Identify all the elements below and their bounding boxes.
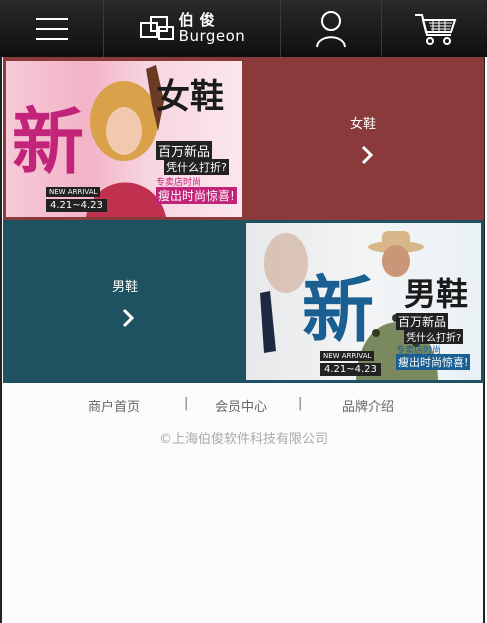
- banner-big-char: 新: [302, 267, 375, 352]
- cart-button[interactable]: [382, 0, 487, 57]
- tile-label-women: 女鞋: [349, 117, 376, 132]
- banner-big-char: 新: [12, 99, 85, 184]
- footer-link-brand-intro[interactable]: 品牌介绍: [342, 396, 394, 415]
- user-icon: [316, 10, 346, 47]
- banner-line1: 百万新品: [156, 141, 213, 160]
- women-banner-image: 新 女鞋 百万新品 凭什么打折? 专卖店时尚 瘦出时尚惊喜! NEW ARRIV…: [6, 61, 242, 217]
- banner-badge: NEW ARRIVAL: [46, 187, 101, 197]
- logo-chinese-name: 伯俊: [178, 11, 221, 29]
- banner-dates: 4.21~4.23: [46, 199, 107, 212]
- footer-links: 商户首页 | 会员中心 | 品牌介绍: [0, 394, 487, 416]
- tile-label-men: 男鞋: [111, 280, 138, 295]
- top-navbar: 伯俊 Burgeon: [0, 0, 487, 57]
- banner-title: 女鞋: [156, 77, 224, 117]
- chevron-right-icon: [122, 308, 135, 328]
- brand-logo[interactable]: 伯俊 Burgeon: [104, 0, 281, 57]
- logo-english-name: Burgeon: [178, 27, 246, 45]
- copyright-text: ©上海伯俊软件科技有限公司: [158, 432, 328, 447]
- menu-button[interactable]: [0, 0, 104, 57]
- footer-separator: |: [298, 396, 303, 411]
- banner-slogan: 瘦出时尚惊喜!: [156, 187, 237, 204]
- hamburger-menu-icon: [35, 17, 68, 40]
- banner-title: 男鞋: [404, 275, 469, 313]
- category-tile-men[interactable]: 男鞋 新 男鞋 百万新品 凭什么打折? 专卖店时尚 瘦出时尚惊喜! NEW AR…: [3, 220, 484, 383]
- chevron-right-icon: [361, 145, 374, 165]
- banner-slogan: 瘦出时尚惊喜!: [396, 354, 471, 370]
- footer-link-member-center[interactable]: 会员中心: [215, 396, 267, 415]
- men-banner-image: 新 男鞋 百万新品 凭什么打折? 专卖店时尚 瘦出时尚惊喜! NEW ARRIV…: [246, 223, 481, 380]
- user-button[interactable]: [281, 0, 382, 57]
- footer-link-merchant-home[interactable]: 商户首页: [88, 396, 140, 415]
- cart-icon: [414, 13, 456, 45]
- banner-line2: 凭什么打折?: [404, 329, 464, 344]
- footer-separator: |: [184, 396, 189, 411]
- banner-badge: NEW ARRIVAL: [320, 351, 375, 361]
- burgeon-logo-icon: [139, 15, 174, 40]
- category-tile-women[interactable]: 新 女鞋 百万新品 凭什么打折? 专卖店时尚 瘦出时尚惊喜! NEW ARRIV…: [3, 57, 484, 220]
- banner-line2: 凭什么打折?: [164, 159, 229, 175]
- banner-dates: 4.21~4.23: [320, 363, 381, 376]
- banner-line1: 百万新品: [396, 313, 449, 330]
